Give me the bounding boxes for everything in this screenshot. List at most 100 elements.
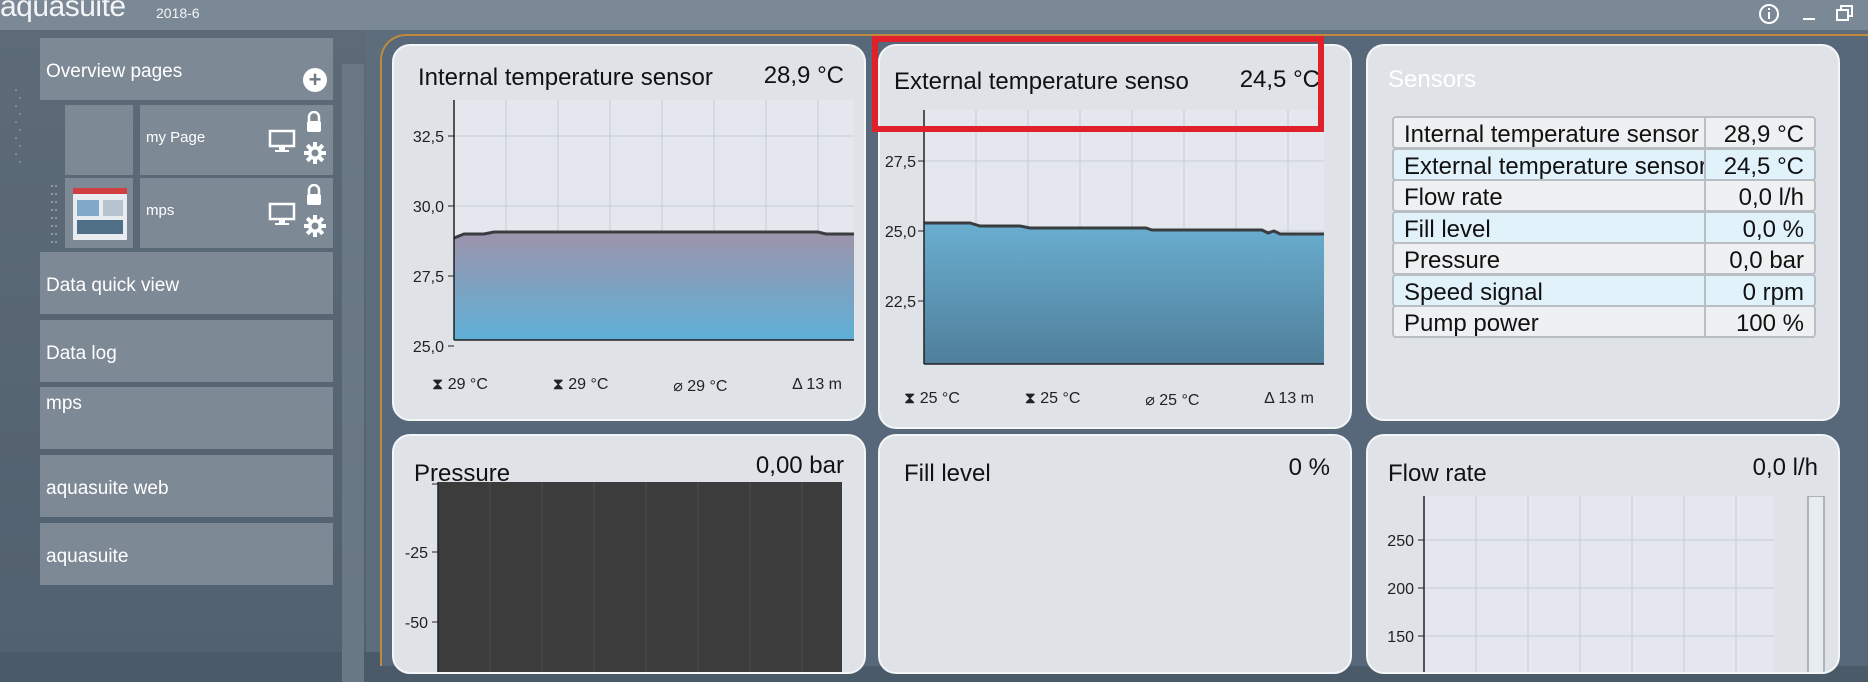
sensor-value: 0,0 l/h bbox=[1738, 184, 1804, 211]
page-thumbnail[interactable] bbox=[65, 105, 133, 175]
column-divider bbox=[1704, 244, 1706, 273]
sensor-name: Speed signal bbox=[1404, 278, 1543, 306]
page-label: mps bbox=[146, 202, 175, 219]
sensor-row[interactable]: External temperature sensor 24,5 °C bbox=[1392, 147, 1816, 181]
column-divider bbox=[1704, 275, 1706, 305]
lock-icon[interactable] bbox=[305, 183, 323, 210]
y-tick: 27,5 bbox=[885, 154, 916, 171]
y-tick: -25 bbox=[405, 545, 428, 562]
flow-chart: 250 200 150 bbox=[1387, 496, 1825, 672]
monitor-icon[interactable] bbox=[268, 129, 296, 157]
panel-value: 0 % bbox=[1288, 454, 1330, 481]
gear-icon[interactable] bbox=[303, 214, 327, 242]
nav-label: aquasuite bbox=[46, 546, 129, 567]
column-divider bbox=[1704, 212, 1706, 242]
sensor-name: Flow rate bbox=[1404, 184, 1503, 211]
avg-icon: ⌀ bbox=[1145, 392, 1160, 409]
y-tick: 25,0 bbox=[413, 339, 444, 356]
y-tick: 22,5 bbox=[885, 294, 916, 311]
span-value: 13 m bbox=[806, 376, 842, 393]
sensor-name: Pressure bbox=[1404, 247, 1501, 274]
panel-internal-temperature[interactable]: Internal temperature sensor 28,9 °C 32,5… bbox=[392, 44, 866, 421]
y-tick: 150 bbox=[1387, 629, 1414, 646]
min-icon: ⧗ bbox=[1024, 390, 1041, 407]
sensor-name: Pump power bbox=[1404, 310, 1539, 337]
sidebar-scrollbar[interactable] bbox=[342, 64, 364, 682]
avg-value: 29 °C bbox=[687, 378, 728, 395]
min-value: 29 °C bbox=[568, 376, 609, 393]
sensor-row[interactable]: Fill level 0,0 % bbox=[1392, 210, 1816, 244]
max-value: 25 °C bbox=[919, 390, 960, 407]
sensor-row[interactable]: Speed signal 0 rpm bbox=[1392, 273, 1816, 307]
avg-icon: ⌀ bbox=[673, 378, 688, 395]
y-tick: 30,0 bbox=[413, 199, 444, 216]
panel-flow-rate[interactable]: Flow rate 0,0 l/h 250 200 150 bbox=[1366, 434, 1840, 674]
panel-value: 0,0 l/h bbox=[1752, 454, 1818, 481]
main-area: Internal temperature sensor 28,9 °C 32,5… bbox=[366, 30, 1868, 674]
sidebar-item-aquasuite[interactable]: aquasuite bbox=[40, 523, 333, 585]
chart-footer: ⧗ 29 °C ⧗ 29 °C ⌀ 29 °C Δ 13 m bbox=[432, 376, 842, 396]
sensor-row[interactable]: Pump power 100 % bbox=[1392, 305, 1816, 338]
column-divider bbox=[1704, 181, 1706, 210]
restore-icon[interactable] bbox=[1833, 1, 1857, 27]
max-stat: ⧗ 29 °C bbox=[432, 376, 488, 396]
add-page-icon[interactable]: + bbox=[303, 68, 327, 92]
max-icon: ⧗ bbox=[904, 390, 920, 407]
column-divider bbox=[1704, 118, 1706, 147]
y-tick: 200 bbox=[1387, 581, 1414, 598]
min-value: 25 °C bbox=[1040, 390, 1081, 407]
overview-pages-label: Overview pages bbox=[46, 61, 183, 82]
sidebar-item-data-quick-view[interactable]: Data quick view bbox=[40, 252, 333, 314]
chart-footer: ⧗ 25 °C ⧗ 25 °C ⌀ 25 °C Δ 13 m bbox=[904, 390, 1314, 410]
monitor-icon[interactable] bbox=[268, 202, 296, 230]
sidebar-item-aquasuite-web[interactable]: aquasuite web bbox=[40, 455, 333, 517]
span-stat: Δ 13 m bbox=[792, 376, 842, 396]
minimize-icon[interactable] bbox=[1797, 1, 1821, 27]
sensor-value: 0,0 bar bbox=[1729, 247, 1804, 274]
sensor-name: Fill level bbox=[1404, 215, 1491, 243]
max-stat: ⧗ 25 °C bbox=[904, 390, 960, 410]
sensor-name: External temperature sensor bbox=[1404, 152, 1704, 180]
panel-pressure[interactable]: Pressure 0,00 bar -25 -50 bbox=[392, 434, 866, 674]
y-tick: 32,5 bbox=[413, 129, 444, 146]
sensor-row[interactable]: Flow rate 0,0 l/h bbox=[1392, 179, 1816, 212]
nav-label: aquasuite web bbox=[46, 478, 169, 499]
lock-icon[interactable] bbox=[305, 110, 323, 137]
temperature-chart: 32,5 30,0 27,5 25,0 bbox=[413, 100, 854, 356]
sensor-row[interactable]: Pressure 0,0 bar bbox=[1392, 242, 1816, 275]
drag-handle-dots[interactable] bbox=[50, 180, 60, 248]
panel-title: Flow rate bbox=[1388, 460, 1487, 487]
panel-fill-level[interactable]: Fill level 0 % bbox=[878, 434, 1352, 674]
info-icon[interactable] bbox=[1757, 1, 1781, 27]
page-thumbnail[interactable] bbox=[65, 178, 133, 248]
sensor-value: 0,0 % bbox=[1742, 215, 1804, 243]
flow-level-bar bbox=[1807, 496, 1825, 672]
gear-icon[interactable] bbox=[303, 141, 327, 169]
sensor-value: 100 % bbox=[1735, 310, 1804, 337]
min-stat: ⧗ 25 °C bbox=[1025, 390, 1081, 410]
sensor-value: 0 rpm bbox=[1742, 278, 1804, 306]
avg-stat: ⌀ 25 °C bbox=[1145, 390, 1199, 410]
sidebar-item-data-log[interactable]: Data log bbox=[40, 320, 333, 382]
timespan-icon: Δ bbox=[1264, 390, 1279, 407]
title-bar: aquasuite 2018-6 bbox=[0, 0, 1868, 30]
app-title: aquasuite bbox=[0, 0, 126, 23]
page-item-mps[interactable]: mps bbox=[140, 178, 333, 248]
span-value: 13 m bbox=[1278, 390, 1314, 407]
panel-title: Sensors bbox=[1388, 66, 1477, 93]
min-stat: ⧗ 29 °C bbox=[553, 376, 609, 396]
drag-handle-dots bbox=[14, 70, 24, 180]
nav-label: Data log bbox=[46, 343, 117, 364]
sensor-value: 28,9 °C bbox=[1723, 121, 1804, 148]
sensor-value: 24,5 °C bbox=[1723, 152, 1804, 180]
y-tick: 27,5 bbox=[413, 269, 444, 286]
y-tick: -50 bbox=[405, 615, 428, 632]
sidebar-item-mps[interactable]: mps bbox=[40, 387, 333, 449]
timespan-icon: Δ bbox=[792, 376, 807, 393]
sensor-row[interactable]: Internal temperature sensor 28,9 °C bbox=[1392, 116, 1816, 149]
nav-label: Data quick view bbox=[46, 275, 180, 296]
page-item-my-page[interactable]: my Page bbox=[140, 105, 333, 175]
sidebar-item-overview-pages[interactable]: Overview pages + bbox=[40, 38, 333, 100]
panel-sensors[interactable]: Sensors Internal temperature sensor 28,9 … bbox=[1366, 44, 1840, 421]
sensor-name: Internal temperature sensor bbox=[1404, 121, 1699, 148]
